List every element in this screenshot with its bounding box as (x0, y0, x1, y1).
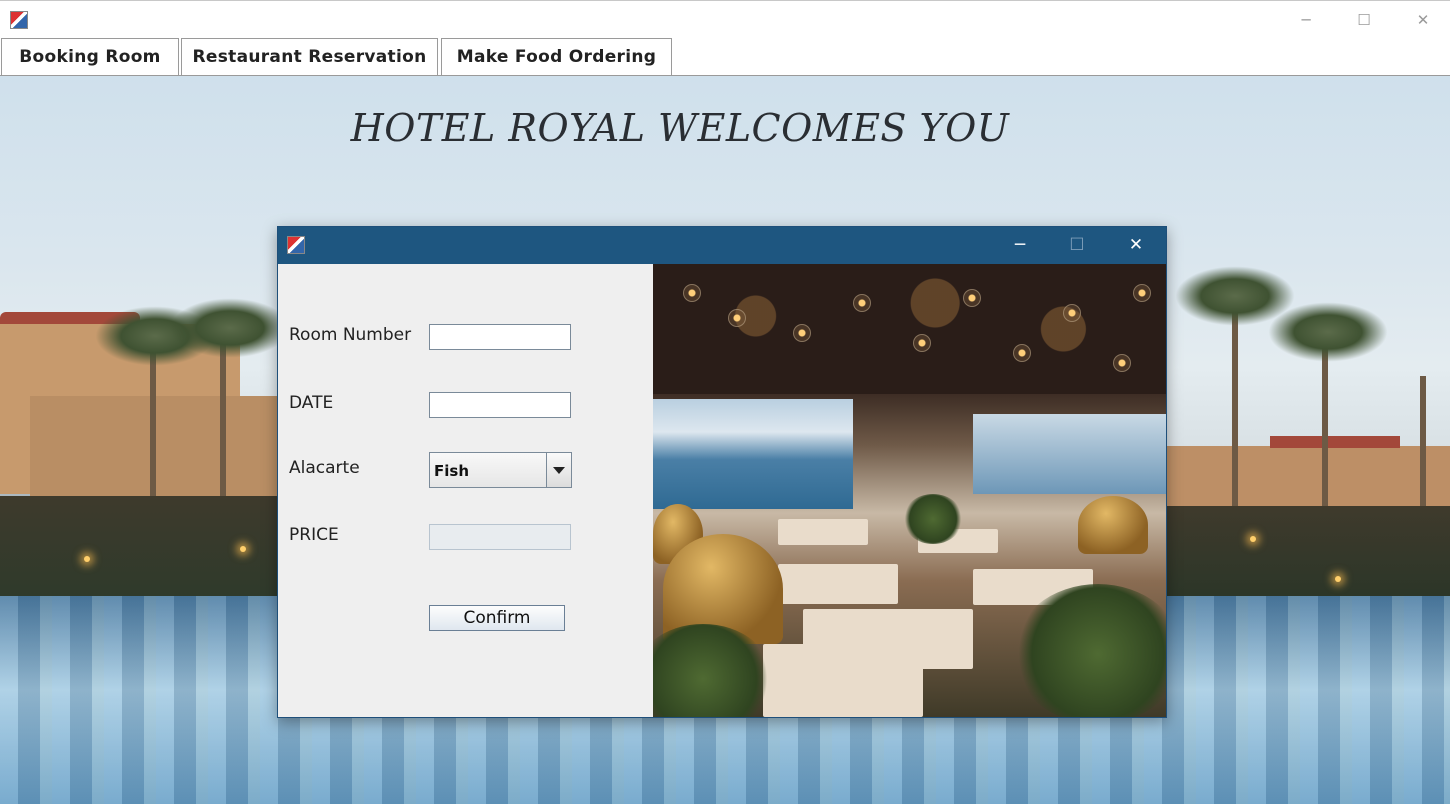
welcome-heading: HOTEL ROYAL WELCOMES YOU (350, 106, 1010, 150)
palm-trunk (1232, 306, 1238, 506)
price-field (429, 524, 571, 550)
close-icon[interactable]: ✕ (1408, 9, 1438, 31)
palm-fronds (170, 298, 290, 358)
bulb (1063, 304, 1081, 322)
palm-trunk (150, 346, 156, 496)
palm-trunk (1420, 376, 1426, 506)
dialog-titlebar[interactable]: ─ ☐ ✕ (278, 227, 1166, 264)
bulb (728, 309, 746, 327)
sea-view-window (653, 399, 853, 509)
plant (903, 494, 963, 544)
reservation-dialog: ─ ☐ ✕ Room Number DATE Alacarte Fish PRI… (277, 226, 1167, 718)
lamp-light (1250, 536, 1256, 542)
room-number-label: Room Number (289, 325, 412, 345)
date-field[interactable] (429, 392, 571, 418)
combo-arrow-button[interactable] (546, 453, 571, 487)
java-app-icon (287, 236, 305, 254)
triangle-down-icon (553, 466, 565, 474)
lamp (1078, 496, 1148, 554)
confirm-button[interactable]: Confirm (429, 605, 565, 631)
table (763, 644, 923, 717)
tab-make-food-ordering[interactable]: Make Food Ordering (441, 38, 672, 75)
table (778, 519, 868, 545)
price-label: PRICE (289, 525, 339, 545)
bulb (1113, 354, 1131, 372)
palm-trunk (220, 336, 226, 496)
restaurant-image (653, 264, 1166, 717)
bulb (853, 294, 871, 312)
lamp-light (240, 546, 246, 552)
shrubs-right (1165, 506, 1450, 596)
minimize-icon[interactable]: ─ (1291, 9, 1321, 31)
lamp-light (84, 556, 90, 562)
date-label: DATE (289, 393, 334, 413)
bulb (793, 324, 811, 342)
main-titlebar: ─ ☐ ✕ (0, 0, 1450, 37)
tab-booking-room[interactable]: Booking Room (1, 38, 179, 75)
bulb (1133, 284, 1151, 302)
tab-restaurant-reservation[interactable]: Restaurant Reservation (181, 38, 438, 75)
maximize-icon[interactable]: ☐ (1349, 9, 1379, 31)
tab-bar: Booking Room Restaurant Reservation Make… (0, 37, 1450, 76)
table (778, 564, 898, 604)
dialog-maximize-icon[interactable]: ☐ (1062, 234, 1092, 256)
java-app-icon (10, 11, 28, 29)
lamp-light (1335, 576, 1341, 582)
dialog-minimize-icon[interactable]: ─ (1005, 234, 1035, 256)
sea-view-window-right (973, 414, 1166, 494)
shrubs-left (0, 496, 290, 596)
bulb (913, 334, 931, 352)
bulb (683, 284, 701, 302)
alacarte-label: Alacarte (289, 458, 360, 478)
building-left-lower (30, 396, 290, 506)
ceiling-lights (653, 264, 1166, 394)
roof (1270, 436, 1400, 448)
palm-fronds (1268, 302, 1388, 362)
bulb (1013, 344, 1031, 362)
alacarte-combobox[interactable]: Fish (429, 452, 572, 488)
bulb (963, 289, 981, 307)
alacarte-selected-value: Fish (434, 462, 469, 480)
dialog-close-icon[interactable]: ✕ (1121, 234, 1151, 256)
room-number-field[interactable] (429, 324, 571, 350)
